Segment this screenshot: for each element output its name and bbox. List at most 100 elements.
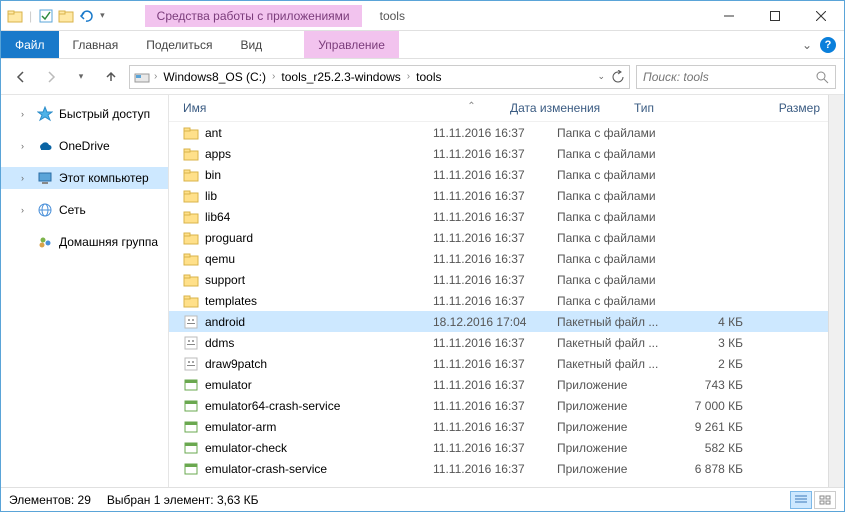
view-details-button[interactable] <box>790 491 812 509</box>
col-size[interactable]: Размер <box>750 101 820 115</box>
file-type: Папка с файлами <box>557 210 673 224</box>
file-name: ant <box>205 126 222 140</box>
file-name: qemu <box>205 252 235 266</box>
file-name: emulator64-crash-service <box>205 399 340 413</box>
maximize-button[interactable] <box>752 1 798 31</box>
new-folder-icon[interactable] <box>58 8 74 24</box>
close-button[interactable] <box>798 1 844 31</box>
drive-icon <box>134 69 150 85</box>
file-name: emulator-check <box>205 441 287 455</box>
file-row[interactable]: android18.12.2016 17:04Пакетный файл ...… <box>169 311 828 332</box>
ribbon-expand-icon[interactable]: ⌄ <box>802 38 812 52</box>
file-row[interactable]: apps11.11.2016 16:37Папка с файлами <box>169 143 828 164</box>
file-date: 11.11.2016 16:37 <box>433 252 557 266</box>
forward-button[interactable] <box>39 65 63 89</box>
nav-this-pc[interactable]: ›Этот компьютер <box>1 167 168 189</box>
tab-manage[interactable]: Управление <box>304 31 399 58</box>
file-row[interactable]: draw9patch11.11.2016 16:37Пакетный файл … <box>169 353 828 374</box>
chevron-right-icon[interactable]: › <box>21 205 31 215</box>
file-name: proguard <box>205 231 253 245</box>
file-name: templates <box>205 294 257 308</box>
qat-separator: | <box>29 9 32 23</box>
file-row[interactable]: emulator11.11.2016 16:37Приложение743 КБ <box>169 374 828 395</box>
sort-indicator-icon: ⌃ <box>433 101 510 115</box>
file-row[interactable]: bin11.11.2016 16:37Папка с файлами <box>169 164 828 185</box>
file-date: 11.11.2016 16:37 <box>433 294 557 308</box>
refresh-icon[interactable] <box>611 70 625 84</box>
navigation-pane: ›Быстрый доступ ›OneDrive ›Этот компьюте… <box>1 95 169 487</box>
file-row[interactable]: emulator-arm11.11.2016 16:37Приложение9 … <box>169 416 828 437</box>
network-icon <box>37 202 53 218</box>
nav-onedrive[interactable]: ›OneDrive <box>1 135 168 157</box>
batch-icon <box>183 356 199 372</box>
exe-icon <box>183 398 199 414</box>
chevron-right-icon[interactable]: › <box>407 71 410 82</box>
help-icon[interactable]: ? <box>820 37 836 53</box>
qat-dropdown-icon[interactable]: ▾ <box>100 10 105 21</box>
file-size: 4 КБ <box>673 315 743 329</box>
file-row[interactable]: ant11.11.2016 16:37Папка с файлами <box>169 122 828 143</box>
col-name[interactable]: Имя <box>183 101 433 115</box>
file-row[interactable]: emulator64-crash-service11.11.2016 16:37… <box>169 395 828 416</box>
minimize-button[interactable] <box>706 1 752 31</box>
file-row[interactable]: emulator-check11.11.2016 16:37Приложение… <box>169 437 828 458</box>
file-row[interactable]: templates11.11.2016 16:37Папка с файлами <box>169 290 828 311</box>
properties-icon[interactable] <box>38 8 54 24</box>
file-size: 6 878 КБ <box>673 462 743 476</box>
breadcrumb[interactable]: › Windows8_OS (C:) › tools_r25.2.3-windo… <box>129 65 630 89</box>
file-date: 11.11.2016 16:37 <box>433 147 557 161</box>
nav-network[interactable]: ›Сеть <box>1 199 168 221</box>
file-type: Пакетный файл ... <box>557 357 673 371</box>
file-name: android <box>205 315 245 329</box>
vertical-scrollbar[interactable] <box>828 95 844 487</box>
explorer-icon <box>7 8 23 24</box>
folder-icon <box>183 188 199 204</box>
col-date[interactable]: Дата изменения <box>510 101 634 115</box>
chevron-right-icon[interactable]: › <box>272 71 275 82</box>
file-row[interactable]: emulator-crash-service11.11.2016 16:37Пр… <box>169 458 828 479</box>
crumb-drive[interactable]: Windows8_OS (C:) <box>161 70 268 84</box>
tab-file[interactable]: Файл <box>1 31 59 58</box>
file-row[interactable]: ddms11.11.2016 16:37Пакетный файл ...3 К… <box>169 332 828 353</box>
file-row[interactable]: qemu11.11.2016 16:37Папка с файлами <box>169 248 828 269</box>
crumb-folder1[interactable]: tools_r25.2.3-windows <box>279 70 402 84</box>
nav-quick-access[interactable]: ›Быстрый доступ <box>1 103 168 125</box>
file-size: 743 КБ <box>673 378 743 392</box>
back-button[interactable] <box>9 65 33 89</box>
exe-icon <box>183 440 199 456</box>
chevron-right-icon[interactable]: › <box>21 109 31 119</box>
file-row[interactable]: lib11.11.2016 16:37Папка с файлами <box>169 185 828 206</box>
chevron-right-icon[interactable]: › <box>21 141 31 151</box>
file-row[interactable]: proguard11.11.2016 16:37Папка с файлами <box>169 227 828 248</box>
recent-dropdown[interactable]: ▾ <box>69 65 93 89</box>
up-button[interactable] <box>99 65 123 89</box>
file-type: Приложение <box>557 441 673 455</box>
folder-icon <box>183 146 199 162</box>
file-date: 11.11.2016 16:37 <box>433 126 557 140</box>
file-name: emulator-arm <box>205 420 276 434</box>
chevron-right-icon[interactable]: › <box>21 173 31 183</box>
file-date: 18.12.2016 17:04 <box>433 315 557 329</box>
folder-icon <box>183 230 199 246</box>
breadcrumb-dropdown-icon[interactable]: ⌄ <box>597 71 605 82</box>
file-row[interactable]: support11.11.2016 16:37Папка с файлами <box>169 269 828 290</box>
search-icon[interactable] <box>815 70 829 84</box>
file-row[interactable]: lib6411.11.2016 16:37Папка с файлами <box>169 206 828 227</box>
nav-homegroup[interactable]: Домашняя группа <box>1 231 168 253</box>
col-type[interactable]: Тип <box>634 101 750 115</box>
file-type: Папка с файлами <box>557 231 673 245</box>
file-rows: ant11.11.2016 16:37Папка с файламиapps11… <box>169 122 828 487</box>
tab-share[interactable]: Поделиться <box>132 31 226 58</box>
crumb-folder2[interactable]: tools <box>414 70 443 84</box>
search-field[interactable] <box>643 70 811 84</box>
folder-icon <box>183 167 199 183</box>
homegroup-icon <box>37 234 53 250</box>
search-input[interactable] <box>636 65 836 89</box>
chevron-right-icon[interactable]: › <box>154 71 157 82</box>
tab-home[interactable]: Главная <box>59 31 133 58</box>
view-large-button[interactable] <box>814 491 836 509</box>
exe-icon <box>183 461 199 477</box>
tab-view[interactable]: Вид <box>226 31 276 58</box>
undo-icon[interactable] <box>78 8 94 24</box>
column-headers: Имя ⌃ Дата изменения Тип Размер <box>169 95 828 122</box>
